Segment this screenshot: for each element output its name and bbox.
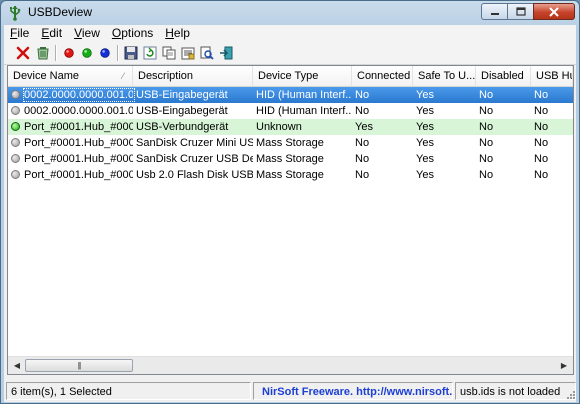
blue-ball-icon[interactable] [96,45,114,61]
cell-connected: No [355,137,370,149]
scroll-right-icon[interactable]: ▶ [556,358,572,373]
horizontal-scrollbar[interactable]: ◀ ||| ▶ [8,356,573,374]
column-header-description[interactable]: Description [133,66,253,86]
column-header-safe-to-unplug[interactable]: Safe To U... [413,66,476,86]
minimize-button[interactable] [481,3,507,20]
window-controls [481,3,575,20]
cell-disabled: No [479,137,494,149]
table-row[interactable]: Port_#0001.Hub_#0002 SanDisk Cruzer USB D… [8,151,573,167]
maximize-icon [515,7,526,16]
cell-connected: No [355,89,370,101]
cell-usb-hub: No [534,89,549,101]
column-header-disabled[interactable]: Disabled [476,66,531,86]
find-icon[interactable] [198,45,216,61]
properties-icon[interactable] [179,45,197,61]
cell-device-name: 0002.0000.0000.001.00... [24,105,133,117]
table-row[interactable]: Port_#0001.Hub_#0001 USB-Verbundgerät Unkn… [8,119,573,135]
cell-device-type: Mass Storage [256,137,324,149]
cell-safe-to-unplug: Yes [416,169,434,181]
cell-device-type: HID (Human Interf... [256,105,352,117]
cell-connected: No [355,169,370,181]
cell-disabled: No [479,121,494,133]
cell-device-type: HID (Human Interf... [256,89,352,101]
cell-description: USB-Eingabegerät [136,89,228,101]
cell-connected: No [355,153,370,165]
cell-description: USB-Verbundgerät [136,121,229,133]
window-title: USBDeview [28,5,93,19]
close-icon [549,6,559,17]
cell-connected: Yes [355,121,373,133]
cell-safe-to-unplug: Yes [416,153,434,165]
uninstall-icon[interactable] [34,45,52,61]
cell-usb-hub: No [534,169,549,181]
exit-icon[interactable] [217,45,235,61]
cell-safe-to-unplug: Yes [416,137,434,149]
save-icon[interactable] [122,45,140,61]
cell-device-name: Port_#0001.Hub_#0002 [24,137,133,149]
cell-device-name: Port_#0001.Hub_#0002 [24,169,133,181]
scrollbar-thumb[interactable]: ||| [25,359,133,372]
sort-arrow-icon: ⁄ [122,71,124,81]
cell-safe-to-unplug: Yes [416,121,434,133]
app-window: USBDeview File Edit View Options Help De… [0,0,580,404]
cell-device-type: Mass Storage [256,169,324,181]
cell-device-name: Port_#0001.Hub_#0002 [24,153,133,165]
cell-device-name: Port_#0001.Hub_#0001 [24,121,133,133]
cell-usb-hub: No [534,153,549,165]
red-ball-icon[interactable] [60,45,78,61]
delete-icon[interactable] [14,45,32,61]
menu-options[interactable]: Options [106,25,159,42]
close-button[interactable] [533,3,575,20]
menu-file[interactable]: File [4,25,35,42]
toolbar-separator [55,45,57,61]
cell-disabled: No [479,153,494,165]
cell-description: Usb 2.0 Flash Disk USB ... [136,169,253,181]
usb-app-icon [7,5,23,21]
column-header-connected[interactable]: Connected [352,66,413,86]
column-header-device-type[interactable]: Device Type [253,66,352,86]
status-item-count: 6 item(s), 1 Selected [6,382,251,400]
cell-disabled: No [479,105,494,117]
column-header-device-name[interactable]: Device Name ⁄ [8,66,133,86]
green-ball-icon[interactable] [78,45,96,61]
cell-safe-to-unplug: Yes [416,105,434,117]
cell-description: SanDisk Cruzer Mini US... [136,137,253,149]
copy-icon[interactable] [160,45,178,61]
nirsoft-link[interactable]: NirSoft Freeware. http://www.nirsoft.net [253,382,453,400]
cell-device-type: Unknown [256,121,302,133]
menu-edit[interactable]: Edit [35,25,68,42]
maximize-button[interactable] [507,3,533,20]
device-list[interactable]: Device Name ⁄ Description Device Type Con… [7,65,574,375]
cell-device-type: Mass Storage [256,153,324,165]
toolbar [4,42,576,65]
table-row[interactable]: 0002.0000.0000.001.00...USB-Eingabegerät… [8,87,573,103]
cell-description: SanDisk Cruzer USB Dev... [136,153,253,165]
resize-grip-icon[interactable] [564,388,576,400]
cell-disabled: No [479,169,494,181]
column-header-usb-hub[interactable]: USB Hub [531,66,573,86]
title-bar[interactable]: USBDeview [1,1,579,25]
table-row[interactable]: Port_#0001.Hub_#0002 SanDisk Cruzer Mini … [8,135,573,151]
menu-bar: File Edit View Options Help [4,25,576,42]
cell-description: USB-Eingabegerät [136,105,228,117]
refresh-icon[interactable] [141,45,159,61]
cell-usb-hub: No [534,121,549,133]
cell-usb-hub: No [534,137,549,149]
status-bar: 6 item(s), 1 Selected NirSoft Freeware. … [4,380,576,400]
menu-help[interactable]: Help [159,25,196,42]
cell-connected: No [355,105,370,117]
table-row[interactable]: 0002.0000.0000.001.00...USB-Eingabegerät… [8,103,573,119]
focus-rectangle [23,88,135,102]
cell-safe-to-unplug: Yes [416,89,434,101]
minimize-icon [490,12,499,15]
menu-view[interactable]: View [68,25,106,42]
toolbar-separator [117,45,119,61]
cell-usb-hub: No [534,105,549,117]
status-usbids: usb.ids is not loaded [455,382,576,400]
client-area: File Edit View Options Help Device Name … [4,25,576,402]
scroll-left-icon[interactable]: ◀ [9,358,25,373]
cell-disabled: No [479,89,494,101]
list-header: Device Name ⁄ Description Device Type Con… [8,66,573,87]
table-row[interactable]: Port_#0001.Hub_#0002 Usb 2.0 Flash Disk U… [8,167,573,183]
